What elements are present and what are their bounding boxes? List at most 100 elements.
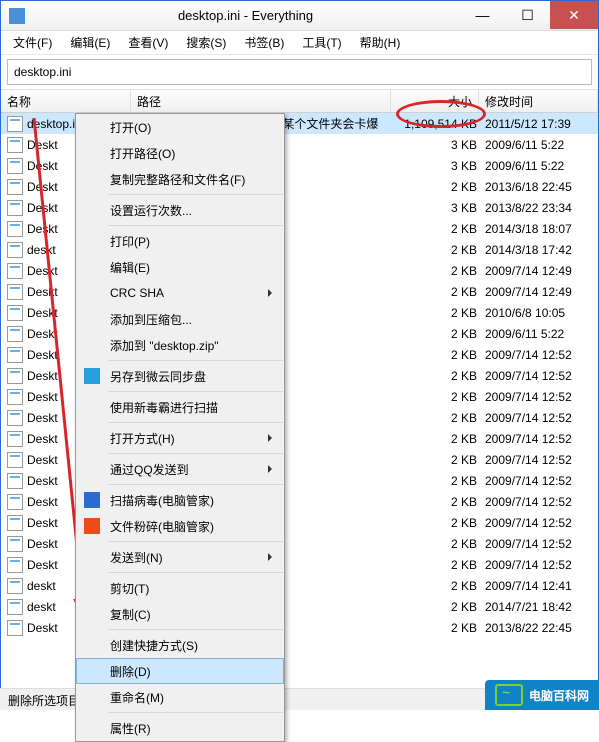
cell-size: 2 KB <box>397 621 485 635</box>
file-icon <box>7 158 23 174</box>
cell-size: 2 KB <box>397 222 485 236</box>
file-icon <box>7 305 23 321</box>
context-item[interactable]: 编辑(E) <box>76 254 284 280</box>
window-title: desktop.ini - Everything <box>31 8 460 23</box>
column-name[interactable]: 名称 <box>1 90 131 112</box>
menu-f[interactable]: 文件(F) <box>7 32 58 53</box>
column-date[interactable]: 修改时间 <box>479 90 598 112</box>
close-button[interactable]: ✕ <box>550 1 598 29</box>
context-item[interactable]: 创建快捷方式(S) <box>76 632 284 658</box>
cell-date: 2013/8/22 23:34 <box>485 201 592 215</box>
minimize-button[interactable]: — <box>460 1 505 29</box>
context-item[interactable]: 设置运行次数... <box>76 197 284 223</box>
cell-date: 2009/7/14 12:52 <box>485 537 592 551</box>
context-item[interactable]: 文件粉碎(电脑管家) <box>76 513 284 539</box>
cell-size: 2 KB <box>397 558 485 572</box>
cell-date: 2009/7/14 12:52 <box>485 369 592 383</box>
context-item[interactable]: 扫描病毒(电脑管家) <box>76 487 284 513</box>
maximize-button[interactable]: ☐ <box>505 1 550 29</box>
cell-size: 2 KB <box>397 495 485 509</box>
context-item[interactable]: 复制完整路径和文件名(F) <box>76 166 284 192</box>
cell-date: 2009/6/11 5:22 <box>485 159 592 173</box>
menu-e[interactable]: 编辑(E) <box>64 32 116 53</box>
menu-v[interactable]: 查看(V) <box>122 32 174 53</box>
context-separator <box>108 541 283 542</box>
cell-date: 2009/7/14 12:52 <box>485 411 592 425</box>
cell-size: 2 KB <box>397 432 485 446</box>
context-item[interactable]: 复制(C) <box>76 601 284 627</box>
context-item[interactable]: 发送到(N) <box>76 544 284 570</box>
context-item[interactable]: 添加到压缩包... <box>76 306 284 332</box>
search-bar <box>7 59 592 85</box>
context-separator <box>108 225 283 226</box>
cell-date: 2011/5/12 17:39 <box>485 117 592 131</box>
context-item[interactable]: 重命名(M) <box>76 684 284 710</box>
shred-icon <box>84 518 100 534</box>
context-item[interactable]: 打开(O) <box>76 114 284 140</box>
file-icon <box>7 179 23 195</box>
shield-icon <box>84 492 100 508</box>
search-input[interactable] <box>14 65 585 79</box>
submenu-arrow-icon <box>268 465 276 473</box>
cell-size: 2 KB <box>397 369 485 383</box>
cell-date: 2009/7/14 12:49 <box>485 285 592 299</box>
file-icon <box>7 116 23 132</box>
file-icon <box>7 368 23 384</box>
column-path[interactable]: 路径 <box>131 90 391 112</box>
file-icon <box>7 221 23 237</box>
context-separator <box>108 484 283 485</box>
context-separator <box>108 391 283 392</box>
context-item[interactable]: 另存到微云同步盘 <box>76 363 284 389</box>
file-icon <box>7 326 23 342</box>
context-separator <box>108 712 283 713</box>
context-item[interactable]: 打开方式(H) <box>76 425 284 451</box>
submenu-arrow-icon <box>268 553 276 561</box>
app-icon <box>9 8 25 24</box>
context-item[interactable]: 通过QQ发送到 <box>76 456 284 482</box>
context-item[interactable]: 打印(P) <box>76 228 284 254</box>
watermark-text: 电脑百科网 <box>529 687 589 704</box>
cell-size: 3 KB <box>397 159 485 173</box>
titlebar: desktop.ini - Everything — ☐ ✕ <box>1 1 598 31</box>
watermark-icon <box>495 684 523 706</box>
cell-size: 2 KB <box>397 579 485 593</box>
menu-s[interactable]: 搜索(S) <box>180 32 232 53</box>
file-icon <box>7 347 23 363</box>
cell-size: 3 KB <box>397 201 485 215</box>
context-item[interactable]: CRC SHA <box>76 280 284 306</box>
menu-b[interactable]: 书签(B) <box>238 32 290 53</box>
file-icon <box>7 515 23 531</box>
context-item[interactable]: 剪切(T) <box>76 575 284 601</box>
file-icon <box>7 599 23 615</box>
context-item[interactable]: 属性(R) <box>76 715 284 741</box>
highlight-oval-size <box>396 100 486 128</box>
table-header: 名称 路径 大小 修改时间 <box>1 89 598 113</box>
context-item[interactable]: 添加到 "desktop.zip" <box>76 332 284 358</box>
context-item[interactable]: 打开路径(O) <box>76 140 284 166</box>
file-icon <box>7 389 23 405</box>
cell-size: 2 KB <box>397 264 485 278</box>
cell-size: 2 KB <box>397 537 485 551</box>
cell-size: 2 KB <box>397 327 485 341</box>
cell-date: 2009/7/14 12:52 <box>485 474 592 488</box>
file-icon <box>7 200 23 216</box>
cell-date: 2009/6/11 5:22 <box>485 138 592 152</box>
menu-t[interactable]: 工具(T) <box>296 32 347 53</box>
cell-date: 2009/6/11 5:22 <box>485 327 592 341</box>
cell-size: 3 KB <box>397 138 485 152</box>
menu-h[interactable]: 帮助(H) <box>354 32 407 53</box>
cell-date: 2009/7/14 12:52 <box>485 432 592 446</box>
context-item[interactable]: 删除(D) <box>76 658 284 684</box>
file-icon <box>7 452 23 468</box>
cell-size: 2 KB <box>397 285 485 299</box>
context-separator <box>108 422 283 423</box>
context-item[interactable]: 使用新毒霸进行扫描 <box>76 394 284 420</box>
cell-date: 2009/7/14 12:52 <box>485 495 592 509</box>
sync-icon <box>84 368 100 384</box>
file-icon <box>7 431 23 447</box>
cell-date: 2013/6/18 22:45 <box>485 180 592 194</box>
watermark: 电脑百科网 <box>485 680 599 710</box>
menubar: 文件(F) 编辑(E) 查看(V) 搜索(S) 书签(B) 工具(T) 帮助(H) <box>1 31 598 55</box>
cell-date: 2009/7/14 12:52 <box>485 516 592 530</box>
file-icon <box>7 473 23 489</box>
